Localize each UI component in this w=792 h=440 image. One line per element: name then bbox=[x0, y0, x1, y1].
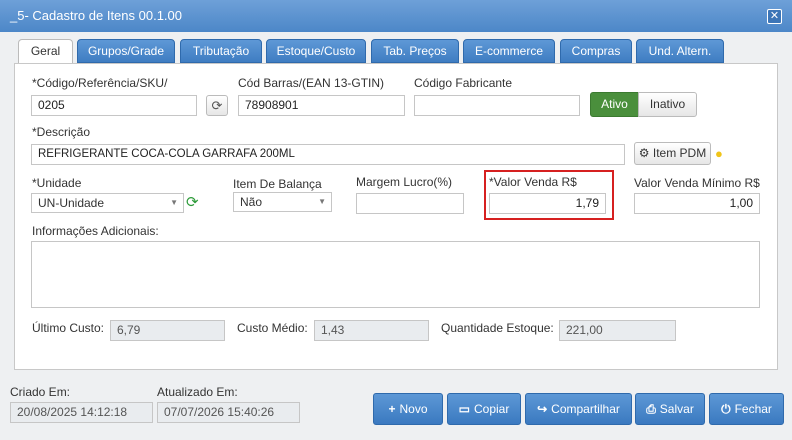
status-inativo-button[interactable]: Inativo bbox=[638, 92, 697, 117]
tab-estoque-custo[interactable]: Estoque/Custo bbox=[266, 39, 366, 63]
tab-grupos-grade[interactable]: Grupos/Grade bbox=[77, 39, 175, 63]
unidade-select[interactable]: UN-Unidade ▼ bbox=[31, 193, 184, 213]
chevron-down-icon: ▼ bbox=[318, 197, 326, 206]
custo-medio-input: 1,43 bbox=[314, 320, 429, 341]
descricao-label: *Descrição bbox=[32, 125, 91, 139]
qtd-estoque-label: Quantidade Estoque: bbox=[441, 321, 554, 335]
lightbulb-icon[interactable]: ● bbox=[715, 146, 723, 161]
gear-icon: ⚙ bbox=[638, 146, 650, 160]
share-icon: ↪ bbox=[537, 402, 548, 416]
info-label: Informações Adicionais: bbox=[32, 224, 159, 238]
status-ativo-button[interactable]: Ativo bbox=[590, 92, 639, 117]
refresh-icon: ⟳ bbox=[211, 98, 223, 113]
tab-compras[interactable]: Compras bbox=[560, 39, 632, 63]
ultimo-custo-label: Último Custo: bbox=[32, 321, 105, 335]
tab-und-altern[interactable]: Und. Altern. bbox=[636, 39, 724, 63]
balanca-select[interactable]: Não ▼ bbox=[233, 192, 332, 212]
valor-venda-label: *Valor Venda R$ bbox=[489, 175, 577, 189]
tab-tributacao[interactable]: Tributação bbox=[180, 39, 262, 63]
novo-button[interactable]: + Novo bbox=[373, 393, 443, 425]
custo-medio-label: Custo Médio: bbox=[237, 321, 308, 335]
descricao-input[interactable]: REFRIGERANTE COCA-COLA GARRAFA 200ML bbox=[31, 144, 625, 165]
atualizado-label: Atualizado Em: bbox=[157, 385, 238, 399]
unidade-label: *Unidade bbox=[32, 176, 82, 190]
balanca-label: Item De Balança bbox=[233, 177, 322, 191]
valor-minimo-input[interactable]: 1,00 bbox=[634, 193, 760, 214]
window-titlebar: _5- Cadastro de Itens 00.1.00 ✕ bbox=[0, 0, 792, 32]
tab-ecommerce[interactable]: E-commerce bbox=[463, 39, 555, 63]
valor-minimo-label: Valor Venda Mínimo R$ bbox=[634, 176, 760, 190]
power-icon: ⏻ bbox=[721, 402, 731, 416]
folder-icon: ▭ bbox=[458, 402, 470, 416]
fabricante-input[interactable] bbox=[414, 95, 580, 116]
criado-input: 20/08/2025 14:12:18 bbox=[10, 402, 153, 423]
plus-icon: + bbox=[388, 402, 396, 416]
copiar-button[interactable]: ▭ Copiar bbox=[447, 393, 521, 425]
ultimo-custo-input: 6,79 bbox=[110, 320, 225, 341]
tab-geral[interactable]: Geral bbox=[18, 39, 73, 64]
fabricante-label: Código Fabricante bbox=[414, 76, 513, 90]
tab-tab-precos[interactable]: Tab. Preços bbox=[371, 39, 459, 63]
refresh-code-button[interactable]: ⟳ bbox=[206, 95, 228, 116]
barras-label: Cód Barras/(EAN 13-GTIN) bbox=[238, 76, 385, 90]
item-pdm-button[interactable]: ⚙ Item PDM bbox=[634, 142, 711, 165]
margem-input[interactable] bbox=[356, 193, 464, 214]
criado-label: Criado Em: bbox=[10, 385, 71, 399]
salvar-button[interactable]: ⎙ Salvar bbox=[635, 393, 705, 425]
chevron-down-icon: ▼ bbox=[170, 198, 178, 207]
info-textarea[interactable] bbox=[31, 241, 760, 308]
margem-label: Margem Lucro(%) bbox=[356, 175, 453, 189]
valor-venda-input[interactable]: 1,79 bbox=[489, 193, 606, 214]
close-icon[interactable]: ✕ bbox=[767, 9, 782, 24]
refresh-unit-icon[interactable]: ⟳ bbox=[186, 193, 199, 211]
window-title: _5- Cadastro de Itens 00.1.00 bbox=[10, 8, 183, 23]
atualizado-input: 07/07/2026 15:40:26 bbox=[157, 402, 300, 423]
compartilhar-button[interactable]: ↪ Compartilhar bbox=[525, 393, 632, 425]
fechar-button[interactable]: ⏻ Fechar bbox=[709, 393, 784, 425]
codigo-label: *Código/Referência/SKU/ bbox=[32, 76, 168, 90]
save-icon: ⎙ bbox=[646, 402, 656, 416]
codigo-input[interactable]: 0205 bbox=[31, 95, 197, 116]
qtd-estoque-input: 221,00 bbox=[559, 320, 676, 341]
barras-input[interactable]: 78908901 bbox=[238, 95, 405, 116]
